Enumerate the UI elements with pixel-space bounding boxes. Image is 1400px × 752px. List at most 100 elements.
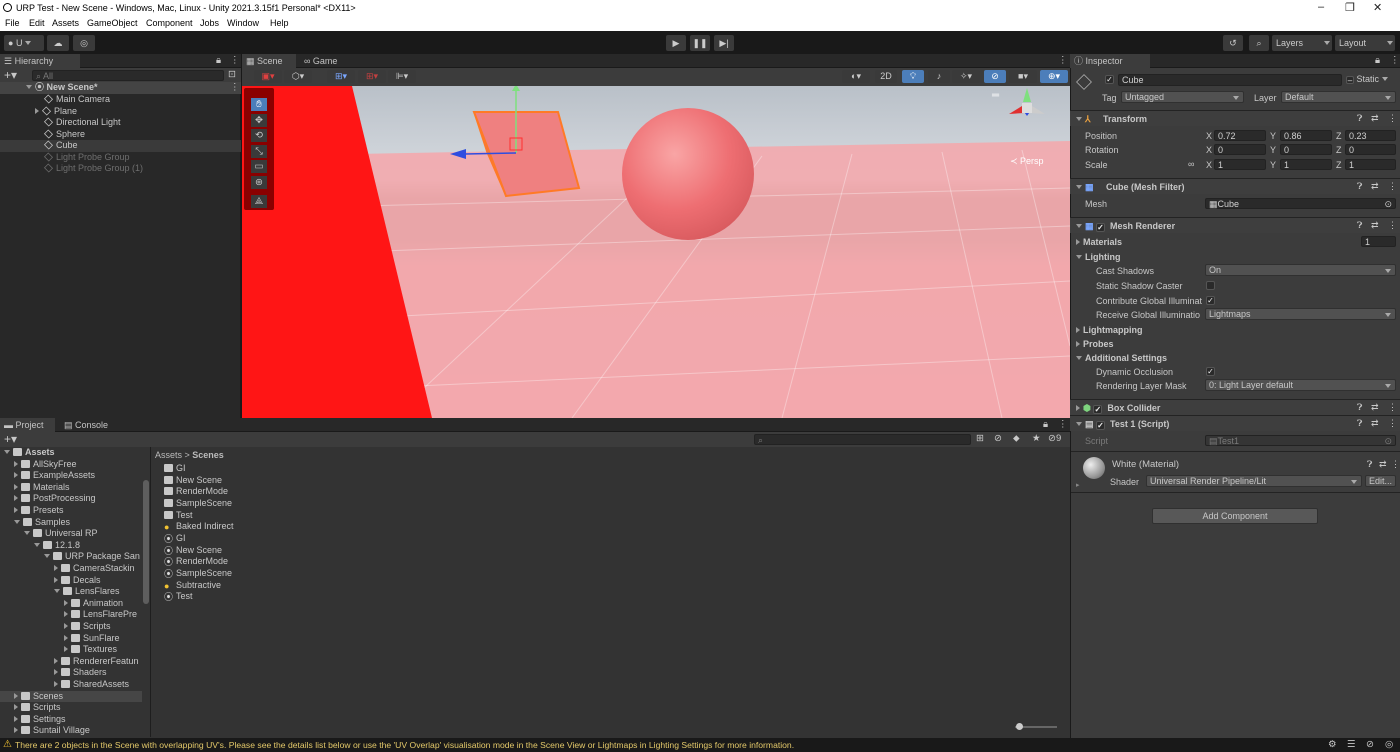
project-tree-item[interactable]: RendererFeatun [0,656,142,668]
lighting-foldout[interactable]: Lighting [1076,252,1121,262]
collapsed-arrow-icon[interactable] [64,634,68,641]
collapsed-arrow-icon[interactable] [54,565,58,571]
mesh-renderer-header[interactable]: ▦ ✓ Mesh Renderer [1070,217,1400,233]
project-file-item[interactable]: ⦿ New Scene [164,545,222,557]
camera-dropdown[interactable]: ■▾ [1009,70,1037,83]
mesh-object-field[interactable]: ▦Cube ⊙ [1205,198,1396,209]
tag-dropdown[interactable]: Untagged [1121,91,1244,103]
hidden-objects-icon[interactable]: ⊘ [984,70,1006,83]
collapsed-arrow-icon[interactable] [14,715,18,722]
collapsed-arrow-icon[interactable] [54,681,58,687]
kebab-icon[interactable]: ⋮ [230,55,240,66]
project-tree-item[interactable]: Samples [0,517,142,529]
effects-dropdown[interactable]: ✧▾ [952,70,980,83]
project-tree-item[interactable]: ExampleAssets [0,470,142,482]
collab-icon[interactable]: ◎ [73,35,95,51]
gizmos-dropdown[interactable]: ⊕▾ [1040,70,1068,83]
scale-z-field[interactable]: 1 [1345,159,1396,170]
status-message[interactable]: There are 2 objects in the Scene with ov… [15,740,794,750]
scale-y-field[interactable]: 1 [1280,159,1332,170]
expanded-arrow-icon[interactable] [34,542,40,547]
project-file-item[interactable]: ● Subtractive [164,580,221,592]
materials-count-field[interactable]: 1 [1361,236,1396,247]
scene-filter-icon[interactable]: ⊡ [228,69,236,80]
minimize-icon[interactable]: – [1318,1,1324,13]
kebab-icon[interactable]: ⋮ [1388,402,1397,413]
project-search-input[interactable]: ⌕ [754,434,971,445]
tree-scrollbar[interactable] [143,480,149,604]
collapsed-arrow-icon[interactable] [64,623,68,629]
script-header[interactable]: ▤ ✓ Test 1 (Script) [1070,415,1400,431]
collapsed-arrow-icon[interactable] [64,599,68,606]
cast-shadows-dropdown[interactable]: On [1205,264,1396,276]
project-tree-item[interactable]: Textures [0,644,142,656]
project-tree-item[interactable]: Scripts [0,621,142,633]
panel-divider[interactable] [150,447,151,737]
shader-dropdown[interactable]: Universal Render Pipeline/Lit [1146,475,1362,487]
project-file-item[interactable]: SampleScene [164,498,232,510]
transform-header[interactable]: ⅄ Transform [1070,110,1400,126]
kebab-icon[interactable]: ⋮ [1058,419,1068,430]
move-tool-icon[interactable]: ✥ [251,114,267,127]
help-icon[interactable]: ❓︎ [1357,402,1362,413]
project-file-item[interactable]: ⦿ Test [164,591,193,603]
scene-menu-icon[interactable]: ⋮ [230,82,240,93]
static-toggle[interactable]: – Static [1346,74,1388,85]
project-tree-item[interactable]: Presets [0,505,142,517]
search-by-type-icon[interactable]: ⊞ [976,433,984,444]
shader-edit-button[interactable]: Edit... [1365,475,1396,487]
help-icon[interactable]: ❓︎ [1357,113,1362,124]
close-icon[interactable]: ✕ [1373,1,1382,14]
2d-toggle[interactable]: 2D [875,70,897,83]
preset-icon[interactable]: ⇄ [1371,181,1379,192]
collapsed-arrow-icon[interactable] [14,495,18,502]
scale-x-field[interactable]: 1 [1214,159,1266,170]
custom-tool-icon[interactable]: ⟁ [251,195,267,208]
transform-tool-icon[interactable]: ⊛ [251,176,267,189]
hierarchy-search-input[interactable]: ⌕ All [32,70,224,81]
project-tree-item[interactable]: Assets [0,447,142,459]
kebab-icon[interactable]: ⋮ [1058,55,1068,66]
lightmapping-foldout[interactable]: Lightmapping [1076,325,1143,335]
project-tree-item[interactable]: Suntail Village [0,725,142,737]
history-icon[interactable]: ↺ [1223,35,1243,51]
expanded-arrow-icon[interactable] [54,589,60,594]
collapsed-arrow-icon[interactable] [64,611,68,618]
draw-mode-dropdown[interactable]: ▣▾ [254,70,282,83]
tab-hierarchy[interactable]: ☰ Hierarchy [0,54,80,68]
layout-dropdown[interactable]: Layout [1335,35,1395,51]
audio-toggle-icon[interactable]: ♪ [928,70,950,83]
project-tree-item[interactable]: Settings [0,714,142,726]
rotate-tool-icon[interactable]: ⟲ [251,129,267,142]
object-picker-icon[interactable]: ⊙ [1384,199,1392,209]
menu-gameobject[interactable]: GameObject [87,18,138,28]
preset-icon[interactable]: ⇄ [1371,418,1379,429]
static-checkbox[interactable]: – [1346,76,1354,85]
project-tree-item[interactable]: CameraStackin [0,563,142,575]
search-icon[interactable]: ⌕ [1249,35,1269,51]
help-icon[interactable]: ❓︎ [1367,459,1372,470]
collapsed-arrow-icon[interactable] [14,507,18,513]
collapsed-arrow-icon[interactable] [14,472,18,479]
box-collider-header[interactable]: ⬢ ✓ Box Collider [1070,399,1400,415]
kebab-icon[interactable]: ⋮ [1388,418,1397,429]
menu-window[interactable]: Window [227,18,259,28]
material-foldout-icon[interactable]: ▸ [1076,481,1080,489]
project-tree-item[interactable]: URP Package San [0,551,142,563]
project-tree-item[interactable]: Animation [0,598,142,610]
hierarchy-item-directional-light[interactable]: Directional Light [43,117,121,129]
position-y-field[interactable]: 0.86 [1280,130,1332,141]
probes-foldout[interactable]: Probes [1076,339,1114,349]
tag-icon[interactable]: ⬥ [1013,433,1020,444]
box-collider-enabled-checkbox[interactable]: ✓ [1093,405,1103,414]
tab-game[interactable]: ∞ Game [300,54,350,68]
rotation-x-field[interactable]: 0 [1214,144,1266,155]
hierarchy-item-main-camera[interactable]: Main Camera [43,94,110,106]
menu-edit[interactable]: Edit [29,18,45,28]
add-component-button[interactable]: Add Component [1152,508,1318,524]
grid-snap-button[interactable]: ⊞▾ [327,70,355,83]
position-z-field[interactable]: 0.23 [1345,130,1396,141]
rect-tool-icon[interactable]: ▭ [251,160,267,173]
menu-jobs[interactable]: Jobs [200,18,219,28]
lighting-toggle-icon[interactable]: 💡︎ [902,70,924,83]
